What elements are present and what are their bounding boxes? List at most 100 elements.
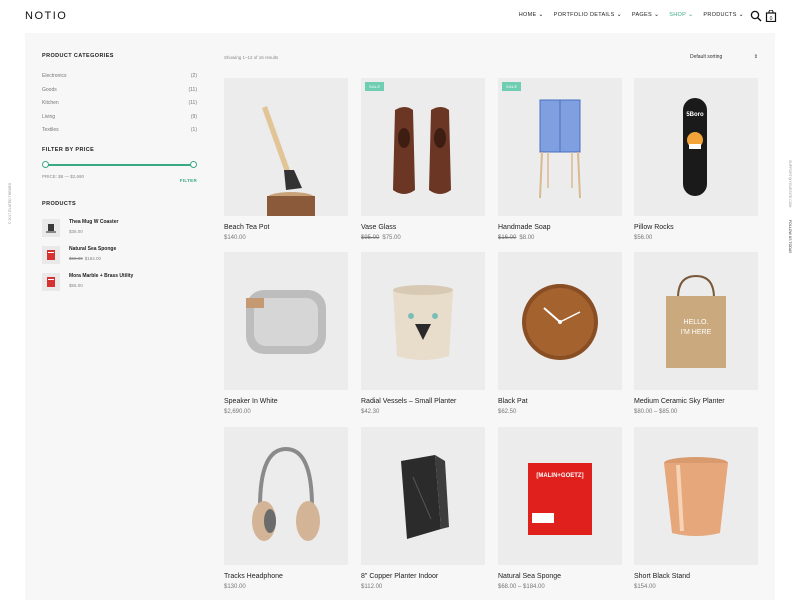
category-item[interactable]: Electronics (2) [42,73,197,87]
current-price: $130.00 [224,584,246,590]
widget-product-thumbnail[interactable] [42,218,60,237]
old-price: $68.00 [69,255,83,261]
nav-label: PRODUCTS [703,12,737,18]
widget-product-price: $68.00 $184.00 [69,256,116,261]
product-price: $42.30 [361,409,379,415]
price-filter-heading: FILTER BY PRICE [42,146,95,153]
categories-heading: PRODUCT CATEGORIES [42,53,114,59]
nav-item-pages[interactable]: PAGES ⌄ [632,12,659,18]
category-item[interactable]: Textiles (1) [42,127,197,141]
products-widget-list: Thea Mug W Coaster $35.00 Natural Sea Spo… [42,218,197,291]
price-slider-min-handle[interactable] [42,160,49,168]
product-price: $95.00 $75.00 [361,235,401,241]
product-name[interactable]: Natural Sea Sponge [498,573,561,580]
product-image[interactable] [361,427,485,565]
product-image[interactable]: SALE [361,78,485,216]
product-name[interactable]: Medium Ceramic Sky Planter [634,398,725,405]
shoes-illustration [393,107,451,194]
widget-product-item[interactable]: Mora Marble + Brass Utility $55.00 [42,272,197,291]
shop-sidebar: PRODUCT CATEGORIES Electronics (2) Goods (… [42,53,197,291]
nav-label: PORTFOLIO DETAILS [553,12,615,18]
product-price: $16.00 $8.00 [498,235,534,241]
product-image[interactable] [224,427,348,565]
svg-text:0: 0 [770,16,773,22]
widget-product-price: $35.00 [69,229,118,234]
product-name[interactable]: Radial Vessels – Small Planter [361,398,456,405]
search-icon[interactable] [750,10,762,22]
product-price: $68.00 – $184.00 [498,584,545,590]
svg-text:I'M HERE: I'M HERE [681,329,712,336]
product-name[interactable]: Beach Tea Pot [224,224,269,231]
current-price: $35.00 [69,228,83,234]
product-image[interactable] [224,252,348,390]
cabinet-illustration [539,99,581,199]
support-email-text[interactable]: SUPPORT@YOURSITE.COM [788,160,792,207]
category-item[interactable]: Living (9) [42,114,197,128]
widget-product-thumbnail[interactable] [42,245,60,264]
nav-item-shop[interactable]: SHOP ⌄ [669,12,693,18]
product-name[interactable]: Vase Glass [361,224,396,231]
current-price: $75.00 [382,235,401,241]
chevron-down-icon: ⌄ [738,12,744,18]
widget-product-name[interactable]: Mora Marble + Brass Utility [69,273,133,279]
product-name[interactable]: Handmade Soap [498,224,551,231]
widget-product-item[interactable]: Natural Sea Sponge $68.00 $184.00 [42,245,197,264]
current-price: $56.00 [634,235,653,241]
copper-planter-box-illustration [401,455,449,539]
site-logo[interactable]: NOTIO [25,10,67,22]
category-count: (1) [190,127,197,133]
product-price: $80.00 – $85.00 [634,409,677,415]
follow-us-text[interactable]: FOLLOW US TODAY [788,220,792,253]
nav-label: PAGES [631,12,652,18]
product-name[interactable]: Tracks Headphone [224,573,283,580]
category-list: Electronics (2) Goods (11) Kitchen (11) Liv… [42,73,197,141]
main-nav: HOME ⌄ PORTFOLIO DETAILS ⌄ PAGES ⌄ SHOP ⌄ PR… [519,12,744,18]
sort-select[interactable]: Default sorting ⇕ [690,54,758,60]
copper-cup-illustration [664,457,728,536]
product-name[interactable]: 8" Copper Planter Indoor [361,573,438,580]
category-item[interactable]: Goods (11) [42,87,197,101]
chevron-down-icon: ⌄ [538,12,544,18]
cart-icon[interactable]: 0 [765,10,777,22]
site-header: NOTIO HOME ⌄ PORTFOLIO DETAILS ⌄ PAGES ⌄ SH… [0,0,800,33]
products-widget-heading: PRODUCTS [42,200,77,207]
nav-item-portfolio-details[interactable]: PORTFOLIO DETAILS ⌄ [554,12,622,18]
product-name[interactable]: Black Pat [498,398,528,405]
sort-arrows-icon: ⇕ [753,54,758,60]
product-price: $130.00 [224,584,246,590]
axe-stump-illustration [262,106,315,216]
widget-product-item[interactable]: Thea Mug W Coaster $35.00 [42,218,197,237]
current-price: $112.00 [361,584,383,590]
product-image[interactable]: SALE [498,78,622,216]
product-image[interactable] [498,252,622,390]
copyright-side-text: © 2017 ELATED THEMES [8,180,16,240]
price-slider-max-handle[interactable] [190,160,197,168]
speaker-illustration [246,290,326,354]
product-image[interactable] [634,427,758,565]
price-slider[interactable] [42,160,197,170]
product-image[interactable]: HELLO. I'M HERE [634,252,758,390]
product-image[interactable]: [MALIN+GOETZ] [498,427,622,565]
product-image[interactable] [361,252,485,390]
sort-selected-value: Default sorting [690,54,723,60]
filter-button[interactable]: FILTER [180,178,197,183]
product-name[interactable]: Pillow Rocks [634,224,674,231]
planter-face-illustration [393,285,453,360]
widget-product-name[interactable]: Thea Mug W Coaster [69,219,118,225]
widget-product-price: $55.00 [69,283,133,288]
category-name: Kitchen [42,100,59,106]
category-item[interactable]: Kitchen (11) [42,100,197,114]
widget-product-name[interactable]: Natural Sea Sponge [69,246,116,252]
product-image[interactable] [224,78,348,216]
product-image[interactable]: 5Boro [634,78,758,216]
product-name[interactable]: Speaker In White [224,398,278,405]
chevron-down-icon: ⌄ [688,12,694,18]
product-name[interactable]: Short Black Stand [634,573,690,580]
skateboard-illustration: 5Boro [683,98,707,196]
current-price: $2,690.00 [224,409,251,415]
nav-item-products[interactable]: PRODUCTS ⌄ [703,12,744,18]
category-count: (2) [190,73,197,79]
nav-item-home[interactable]: HOME ⌄ [519,12,544,18]
widget-product-thumbnail[interactable] [42,272,60,291]
category-count: (11) [188,86,197,93]
